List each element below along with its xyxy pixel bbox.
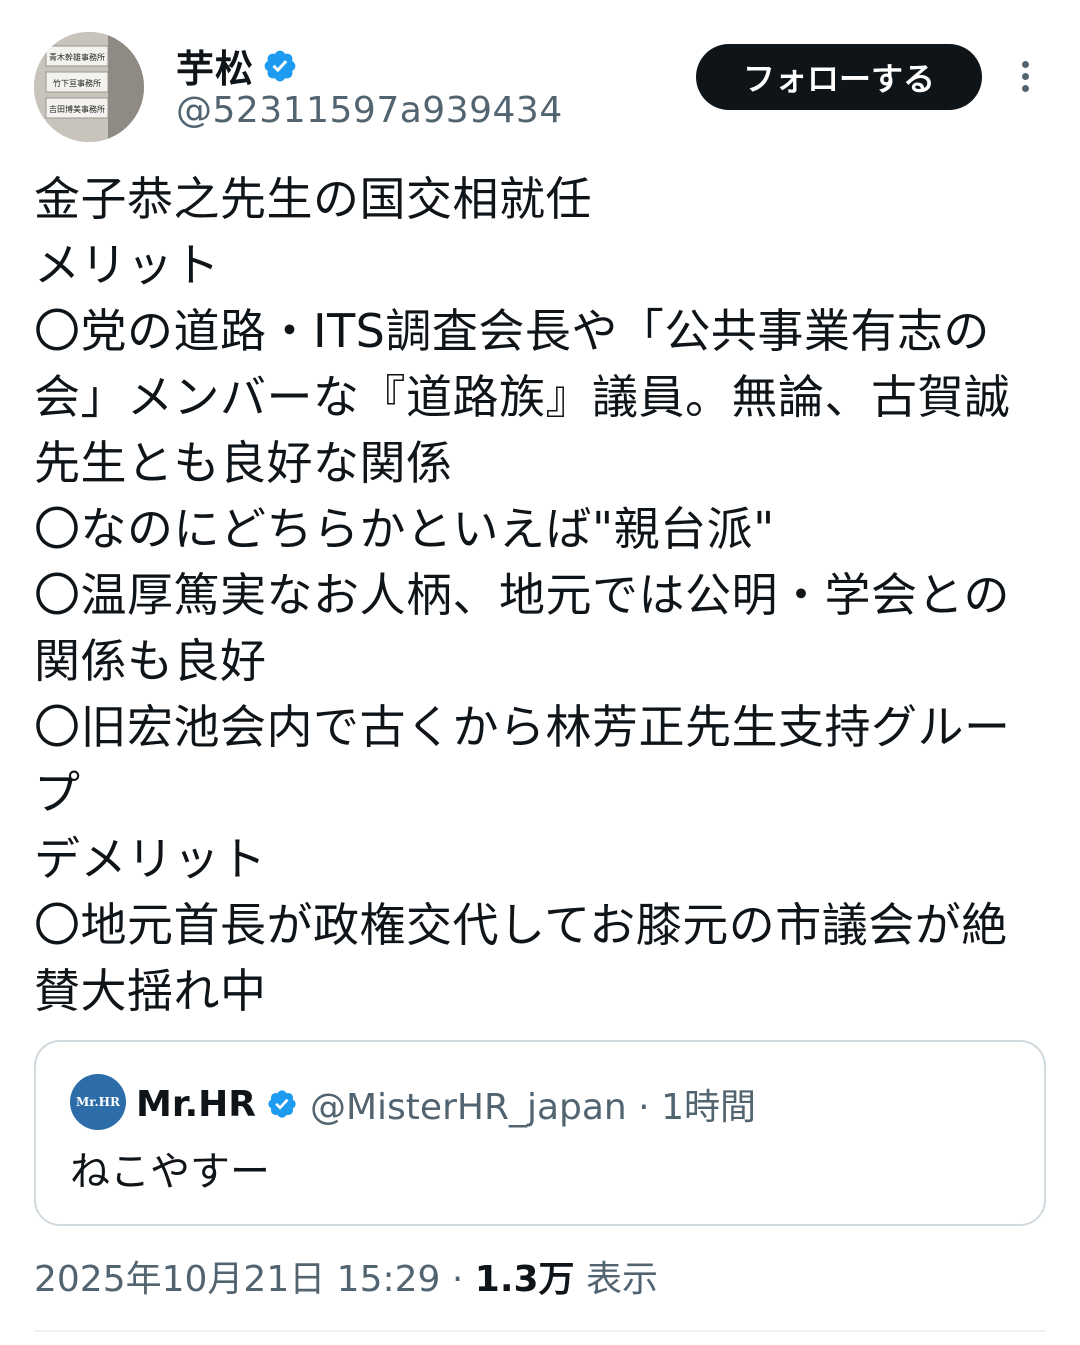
- quoted-author-name[interactable]: Mr.HR: [136, 1084, 256, 1125]
- quoted-author-avatar[interactable]: Mr.HR: [70, 1074, 126, 1130]
- view-count: 1.3万: [474, 1259, 575, 1300]
- quoted-author-row: Mr.HR @MisterHR_japan · 1時間: [136, 1078, 756, 1130]
- avatar-sign-2: 竹下亘事務所: [53, 78, 101, 88]
- quoted-tweet-text: ねこやすー: [70, 1149, 270, 1195]
- tweet-footer: 2025年10月21日 15:29 · 1.3万 表示: [34, 1250, 658, 1302]
- follow-button[interactable]: フォローする: [696, 44, 982, 110]
- tweet-header: 青木幹雄事務所 竹下亘事務所 吉田博美事務所 芋松 @52311597a9394…: [34, 32, 1054, 142]
- verified-badge-icon: [264, 50, 296, 81]
- more-vertical-icon[interactable]: [1010, 56, 1040, 100]
- tweet-timestamp[interactable]: 2025年10月21日 15:29 ·: [34, 1259, 475, 1300]
- author-name-row[interactable]: 芋松: [176, 38, 298, 93]
- quoted-handle-time[interactable]: @MisterHR_japan · 1時間: [310, 1078, 756, 1130]
- avatar-sign-3: 吉田博美事務所: [49, 104, 105, 114]
- author-handle[interactable]: @52311597a939434: [176, 90, 563, 131]
- verified-badge-icon: [268, 1090, 296, 1118]
- view-label: 表示: [574, 1259, 658, 1300]
- divider: [34, 1330, 1046, 1332]
- tweet-detail: 青木幹雄事務所 竹下亘事務所 吉田博美事務所 芋松 @52311597a9394…: [0, 0, 1080, 1345]
- tweet-text: 金子恭之先生の国交相就任 メリット 〇党の道路・ITS調査会長や「公共事業有志の…: [34, 172, 1011, 1018]
- avatar-sign-1: 青木幹雄事務所: [49, 52, 105, 62]
- quoted-tweet[interactable]: Mr.HR Mr.HR @MisterHR_japan · 1時間 ねこやすー: [34, 1040, 1046, 1226]
- author-avatar[interactable]: 青木幹雄事務所 竹下亘事務所 吉田博美事務所: [34, 32, 144, 142]
- author-display-name[interactable]: 芋松: [176, 38, 254, 93]
